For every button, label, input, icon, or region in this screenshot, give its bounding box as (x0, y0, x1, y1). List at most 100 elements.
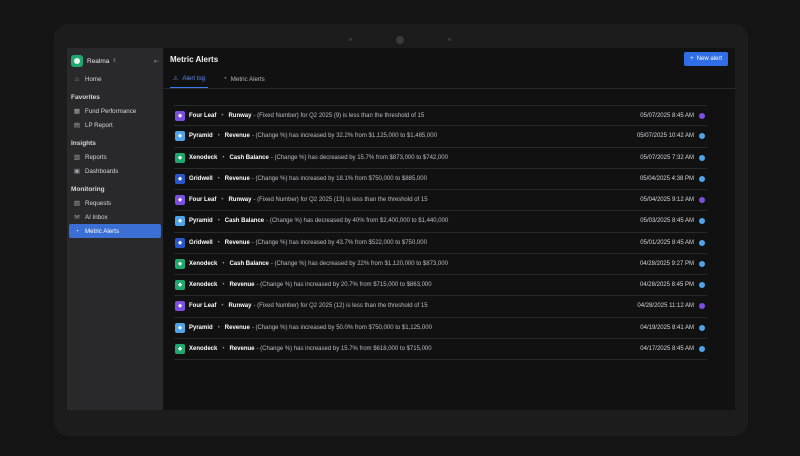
alert-message: - (Fixed Number) for Q2 2025 (9) is less… (253, 112, 425, 119)
collapse-sidebar-icon[interactable]: ⇤ (154, 58, 159, 65)
tab-alert-log[interactable]: ⚠ Alert log (170, 70, 209, 88)
requests-icon: ▧ (73, 200, 81, 207)
metric-name: Cash Balance (229, 260, 269, 267)
workspace-logo-icon (71, 55, 83, 67)
metric-name: Revenue (229, 345, 255, 352)
alert-row[interactable]: ◆ Four Leaf • Runway - (Fixed Number) for Q2… (174, 105, 707, 127)
sidebar-item-label: AI Inbox (85, 213, 108, 221)
status-dot-icon (699, 303, 705, 310)
company-name: Pyramid (189, 218, 213, 225)
status-dot-icon (699, 324, 705, 331)
status-dot-icon (699, 175, 705, 182)
sidebar-item-label: Dashboards (85, 167, 119, 175)
alert-timestamp: 05/04/2025 9:12 AM (640, 197, 694, 204)
new-alert-button[interactable]: + New alert (684, 52, 728, 66)
alert-message: - (Fixed Number) for Q2 2025 (12) is les… (253, 303, 428, 310)
plus-icon: + (690, 56, 694, 62)
metric-name: Revenue (224, 239, 250, 246)
status-dot-icon (699, 218, 705, 225)
metric-name: Revenue (224, 324, 250, 331)
alert-message: - (Change %) has increased by 15.7% from… (256, 345, 432, 352)
sidebar-item-metric-alerts[interactable]: ◔ Metric Alerts (69, 224, 161, 238)
alert-row[interactable]: ◆ Xenodeck • Cash Balance - (Change %) has d… (174, 254, 707, 275)
inbox-icon: ✉ (74, 214, 80, 221)
alert-list: ◆ Four Leaf • Runway - (Fixed Number) for Q2… (174, 105, 707, 360)
separator-dot: • (222, 282, 225, 289)
separator-dot: • (217, 218, 220, 225)
top-bar: Metric Alerts + New alert (163, 48, 735, 70)
device-frame: Realma ⇕ ⇤ ⌂ Home Favorites ▦ Fund Perform… (54, 24, 748, 436)
alert-row[interactable]: ◆ Pyramid • Revenue - (Change %) has increas… (174, 126, 707, 148)
company-name: Pyramid (189, 133, 213, 140)
metric-name: Cash Balance (224, 218, 265, 225)
new-alert-label: New alert (696, 56, 722, 62)
alert-message: - (Change %) has increased by 18.1% from… (251, 175, 427, 182)
alert-timestamp: 05/03/2025 8:45 AM (640, 218, 694, 225)
alert-message: - (Change %) has decreased by 15.7% from… (270, 154, 448, 161)
alert-row[interactable]: ◆ Pyramid • Revenue - (Change %) has increas… (174, 318, 707, 339)
alert-timestamp: 05/04/2025 4:38 PM (639, 175, 694, 182)
status-dot-icon (699, 345, 705, 352)
company-logo-icon: ◆ (175, 237, 185, 248)
alert-timestamp: 04/28/2025 11:12 AM (637, 303, 694, 310)
alert-icon: ◔ (75, 227, 79, 235)
sidebar: Realma ⇕ ⇤ ⌂ Home Favorites ▦ Fund Perform… (67, 48, 163, 410)
alert-message: - (Change %) has decreased by 40% from $… (266, 218, 449, 225)
app-screen: Realma ⇕ ⇤ ⌂ Home Favorites ▦ Fund Perform… (67, 48, 735, 410)
company-logo-icon: ◆ (175, 110, 185, 121)
workspace-switcher[interactable]: Realma ⇕ ⇤ (67, 52, 163, 70)
main-content: Metric Alerts + New alert ⚠ Alert log ◔ … (163, 48, 735, 410)
sidebar-section-title: Favorites (71, 93, 100, 101)
alert-row[interactable]: ◆ Four Leaf • Runway - (Fixed Number) for Q2… (174, 190, 707, 212)
alert-row[interactable]: ◆ Pyramid • Cash Balance - (Change %) has de… (174, 211, 707, 233)
sidebar-item-requests[interactable]: ▧ Requests (69, 196, 161, 210)
separator-dot: • (222, 154, 225, 161)
sidebar-item-home[interactable]: ⌂ Home (69, 72, 161, 86)
company-name: Pyramid (189, 324, 213, 331)
status-dot-icon (699, 282, 705, 289)
company-logo-icon: ◆ (175, 322, 185, 333)
sidebar-item-fund-performance[interactable]: ▦ Fund Performance (69, 104, 161, 118)
status-dot-icon (699, 197, 705, 204)
alert-row[interactable]: ◆ Xenodeck • Cash Balance - (Change %) has d… (174, 148, 707, 169)
company-logo-icon: ◆ (175, 173, 185, 184)
metric-name: Revenue (224, 133, 250, 140)
alert-message: - (Change %) has increased by 32.2% from… (251, 133, 437, 140)
metric-name: Runway (228, 303, 252, 310)
sidebar-item-label: Fund Performance (85, 107, 137, 115)
alert-row[interactable]: ◆ Gridwell • Revenue - (Change %) has increa… (174, 233, 707, 254)
sidebar-item-reports[interactable]: ▥ Reports (69, 150, 161, 164)
camera-icon (396, 36, 404, 44)
sidebar-item-dashboards[interactable]: ▣ Dashboards (69, 164, 161, 178)
alert-message: - (Change %) has increased by 43.7% from… (251, 239, 427, 246)
separator-dot: • (217, 175, 220, 182)
company-name: Xenodeck (189, 154, 218, 161)
company-name: Four Leaf (189, 112, 217, 119)
sidebar-section-title: Insights (71, 139, 96, 147)
metric-name: Cash Balance (229, 154, 269, 161)
alert-row[interactable]: ◆ Xenodeck • Revenue - (Change %) has increa… (174, 275, 707, 297)
company-logo-icon: ◆ (175, 216, 185, 227)
sidebar-item-label: LP Report (85, 121, 113, 129)
separator-dot: • (221, 303, 224, 310)
chevron-updown-icon: ⇕ (112, 58, 117, 64)
alert-row[interactable]: ◆ Four Leaf • Runway - (Fixed Number) for Q2… (174, 296, 707, 318)
gauge-icon: ◔ (223, 76, 227, 82)
alert-timestamp: 05/01/2025 8:45 AM (640, 239, 694, 246)
sidebar-item-lp-report[interactable]: ▤ LP Report (69, 118, 161, 132)
alert-row[interactable]: ◆ Xenodeck • Revenue - (Change %) has increa… (174, 339, 707, 360)
company-logo-icon: ◆ (175, 131, 185, 142)
metric-name: Runway (228, 197, 252, 204)
company-name: Four Leaf (189, 303, 217, 310)
sidebar-item-ai-inbox[interactable]: ✉ AI Inbox (69, 210, 161, 224)
alert-message: - (Fixed Number) for Q2 2025 (13) is les… (253, 197, 428, 204)
sidebar-item-label: Reports (85, 153, 107, 161)
alert-row[interactable]: ◆ Gridwell • Revenue - (Change %) has increa… (174, 169, 707, 190)
company-name: Xenodeck (189, 282, 218, 289)
tab-metric-alerts[interactable]: ◔ Metric Alerts (220, 70, 268, 88)
alert-message: - (Change %) has increased by 50.0% from… (251, 324, 432, 331)
separator-dot: • (221, 197, 224, 204)
page-title: Metric Alerts (170, 54, 219, 64)
company-logo-icon: ◆ (175, 280, 185, 291)
status-dot-icon (699, 260, 705, 267)
